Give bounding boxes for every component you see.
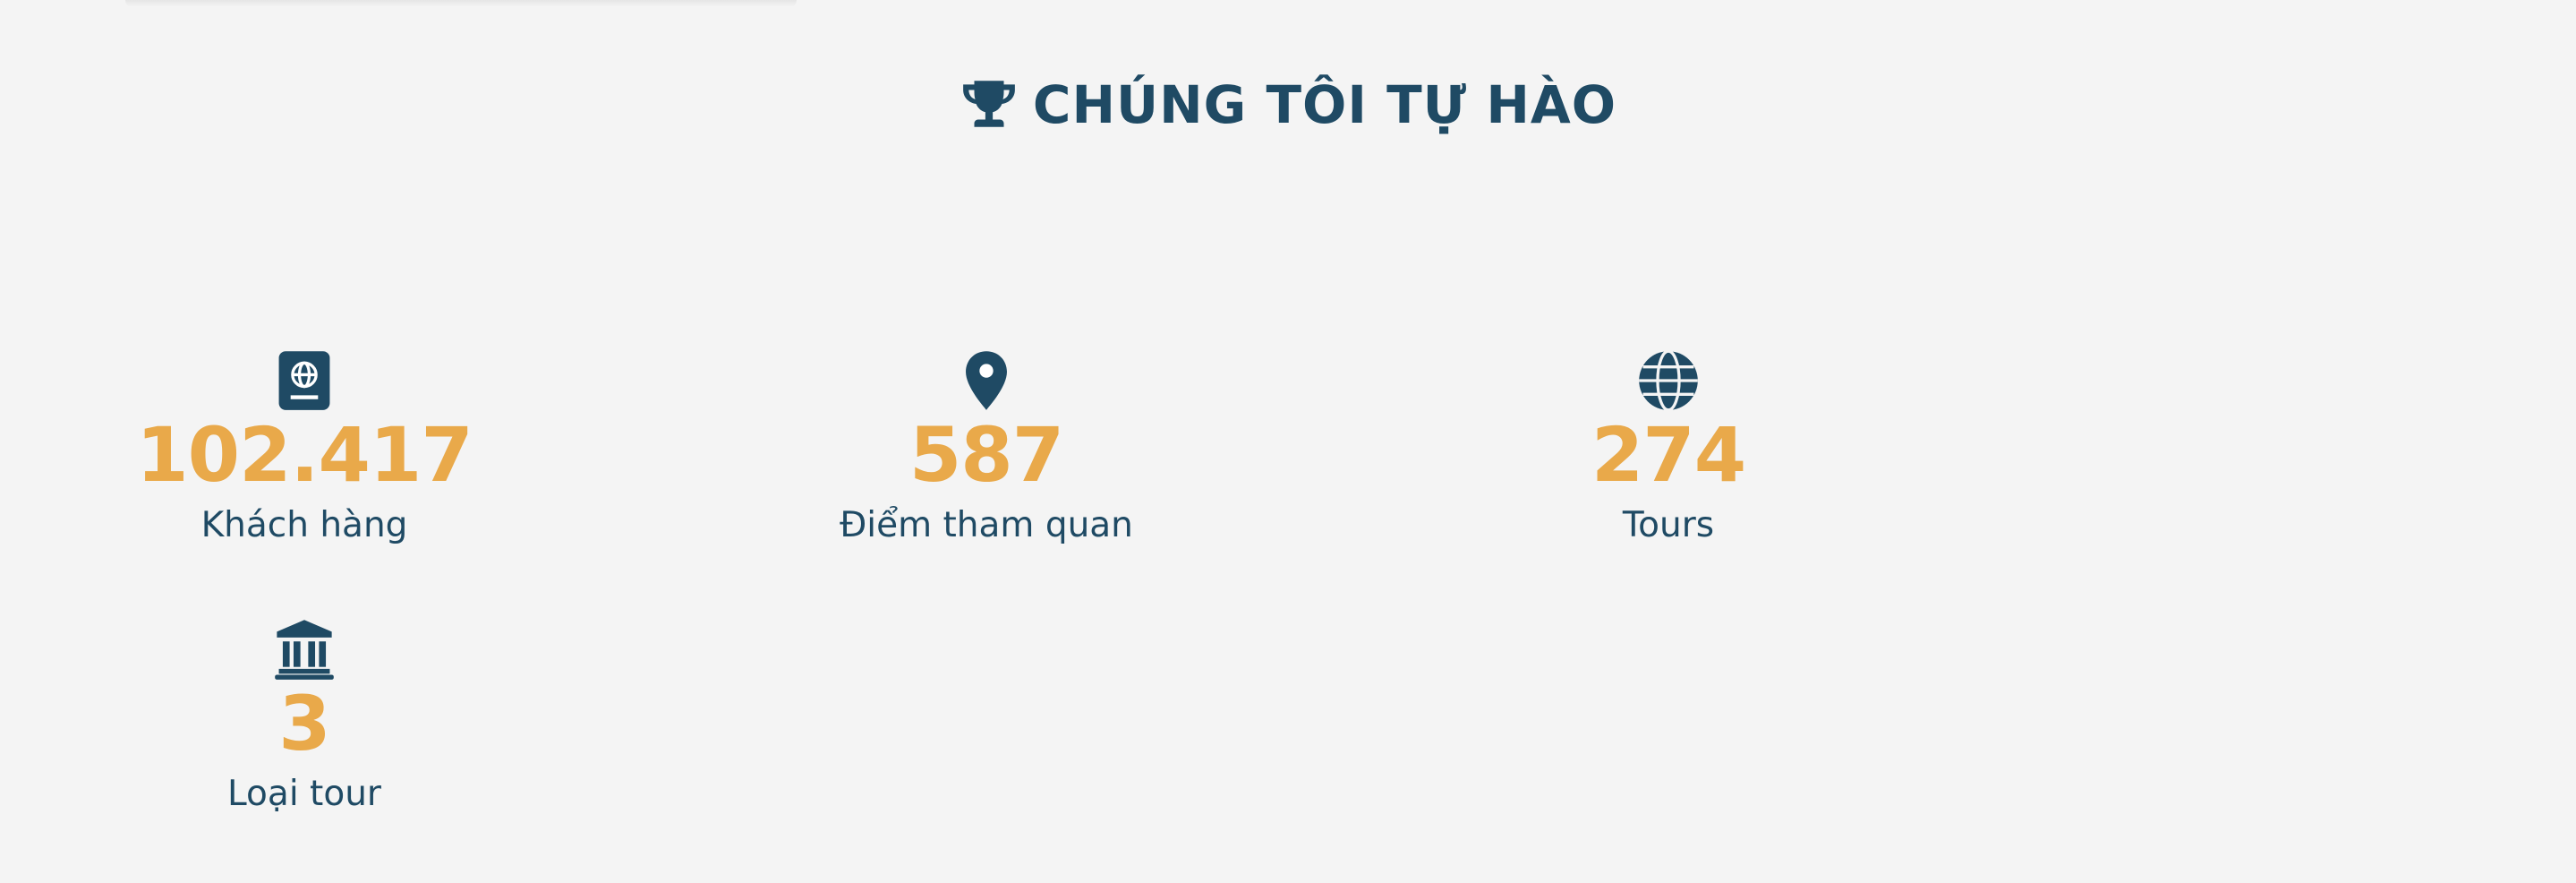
stat-value: 102.417 [136,411,473,499]
stat-value: 587 [908,411,1064,499]
section-header: CHÚNG TÔI TỰ HÀO [0,70,2576,140]
landmark-icon [275,620,334,680]
stat-value: 274 [1591,411,1746,499]
stat-customers: 102.417 Khách hàng [72,349,537,548]
stat-label: Khách hàng [200,505,408,545]
stat-label: Tours [1622,505,1715,545]
stat-label: Loại tour [227,774,381,814]
passport-icon [278,351,330,410]
stat-value: 3 [278,680,330,767]
globe-icon [1639,349,1698,412]
trophy-icon [963,81,1015,127]
stat-tours: 274 Tours [1436,349,1901,548]
stat-tour-types: 3 Loại tour [72,618,537,817]
stat-attractions: 587 Điểm tham quan [754,349,1219,548]
map-marker-icon [966,351,1007,410]
top-card-shadow [125,0,797,7]
section-title: CHÚNG TÔI TỰ HÀO [1032,74,1617,135]
stat-label: Điểm tham quan [840,505,1133,545]
